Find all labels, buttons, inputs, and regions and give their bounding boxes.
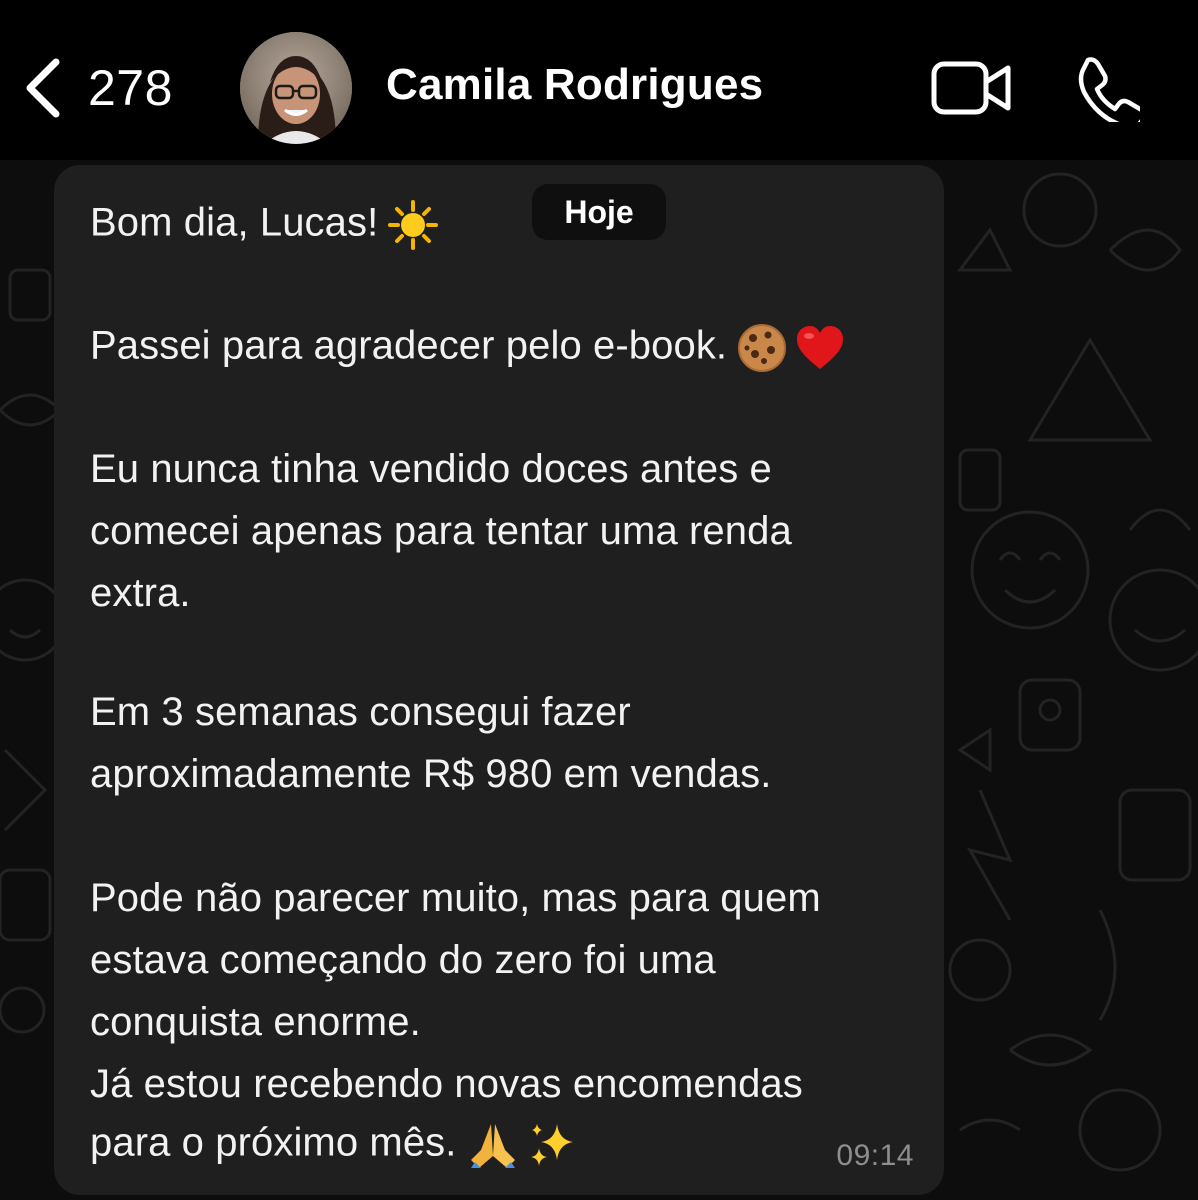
contact-name[interactable]: Camila Rodrigues xyxy=(386,60,763,110)
back-button[interactable]: 278 xyxy=(22,52,173,124)
message-line: conquista enorme. xyxy=(90,1000,421,1044)
message-line: Pode não parecer muito, mas para quem xyxy=(90,876,821,920)
message-line: extra. xyxy=(90,571,191,615)
unread-count: 278 xyxy=(88,60,173,116)
message-line: comecei apenas para tentar uma renda xyxy=(90,509,792,553)
video-camera-icon xyxy=(930,61,1014,122)
chat-header: 278 Camila Rodrigues xyxy=(0,0,1198,160)
phone-icon xyxy=(1072,57,1147,130)
message-line: Passei para agradecer pelo e-book. xyxy=(90,323,845,373)
message-bubble[interactable]: Bom dia, Lucas! Passei para agradecer pe… xyxy=(54,165,944,1195)
message-line: Já estou recebendo novas encomendas xyxy=(90,1062,803,1106)
chevron-left-icon xyxy=(22,56,62,120)
avatar[interactable] xyxy=(240,32,352,144)
message-line: Bom dia, Lucas! xyxy=(90,200,439,250)
folded-hands-emoji xyxy=(467,1120,519,1170)
red-heart-emoji xyxy=(795,325,845,371)
message-line: Em 3 semanas consegui fazer xyxy=(90,690,631,734)
message-line: aproximadamente R$ 980 em vendas. xyxy=(90,752,772,796)
video-call-button[interactable] xyxy=(930,58,1014,123)
date-separator: Hoje xyxy=(532,184,666,240)
sun-emoji xyxy=(388,200,439,250)
message-timestamp: 09:14 xyxy=(836,1139,914,1172)
sparkles-emoji xyxy=(527,1120,577,1170)
message-line: estava começando do zero foi uma xyxy=(90,938,716,982)
message-line: Eu nunca tinha vendido doces antes e xyxy=(90,447,772,491)
message-line: para o próximo mês. xyxy=(90,1120,577,1170)
cookie-emoji xyxy=(737,323,787,373)
voice-call-button[interactable] xyxy=(1072,54,1147,130)
